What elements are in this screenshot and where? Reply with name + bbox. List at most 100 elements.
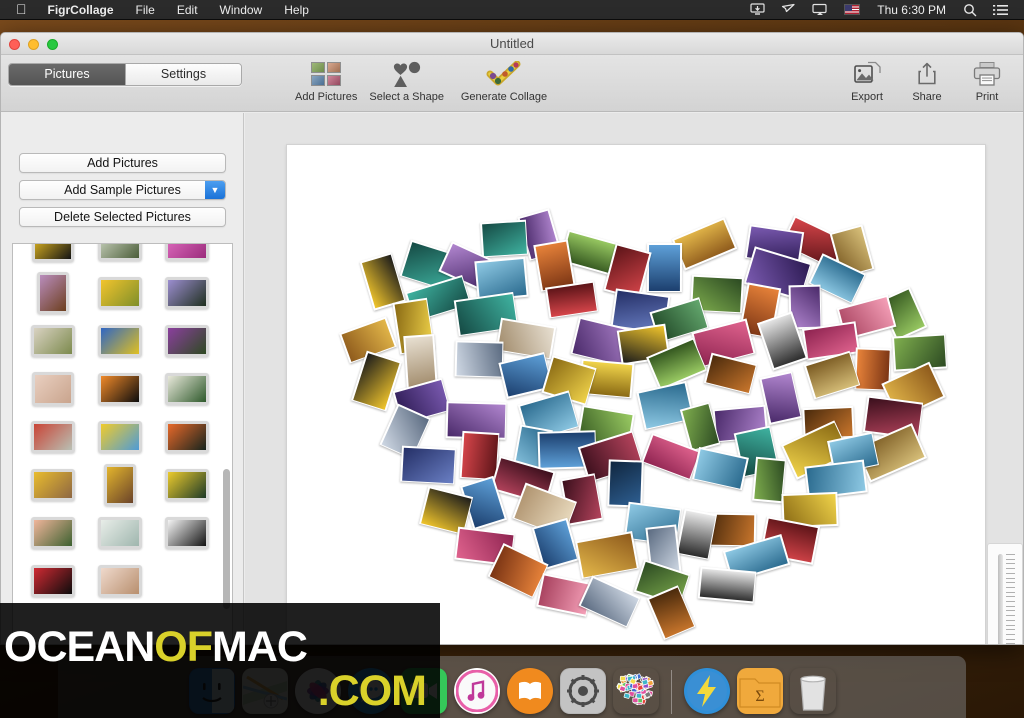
thumbnail-peach-rose-garden[interactable] [30,517,75,549]
thumbnail-cell[interactable] [19,272,86,314]
thumbnail-sunflower-vase-wood[interactable] [103,464,136,506]
collage-photo[interactable] [544,280,598,319]
dock-icon-app-blue-bolt[interactable] [683,668,730,714]
thumbnail-violet-bloom-dark[interactable] [165,277,210,309]
collage-photo[interactable] [698,566,758,604]
select-shape-tool[interactable]: Select a Shape [363,59,450,103]
chevron-down-icon[interactable]: ▼ [205,181,225,199]
thumbnail-cell[interactable] [154,370,221,408]
thumbnail-white-flowers-green[interactable] [165,373,210,405]
thumbnail-baby-in-hat[interactable] [31,372,74,406]
thumbnail-yellow-crocus-sky[interactable] [97,421,142,453]
collage-photo[interactable] [454,340,504,378]
collage-photo[interactable] [606,459,644,508]
thumbnail-image [100,244,139,258]
thumbnail-orange-poppy-dark[interactable] [165,421,210,453]
collage-photo[interactable] [459,431,500,481]
thumbnail-red-flower-still-life[interactable] [30,421,75,453]
thumbnail-purple-rose-closeup[interactable] [165,325,210,357]
thumbnail-cell[interactable] [86,464,153,506]
delete-selected-pictures-button[interactable]: Delete Selected Pictures [19,207,226,227]
thumbnail-cell[interactable] [154,322,221,360]
thumbnail-cell[interactable] [19,514,86,552]
thumbnail-pale-pink-blossom[interactable] [97,565,142,597]
menu-clock[interactable]: Thu 6:30 PM [868,3,955,17]
thumbnail-cell[interactable] [86,514,153,552]
thumbnail-cell[interactable] [19,322,86,360]
collage-photo[interactable] [400,445,457,485]
list-menu-icon[interactable] [985,0,1016,20]
thumbnail-purple-bouquet[interactable] [36,272,69,314]
thumbnail-red-rose-on-black[interactable] [30,565,75,597]
thumbnail-yellow-daisy-on-black[interactable] [31,244,74,262]
thumbnail-cell[interactable] [19,562,86,600]
thumbnail-cell[interactable] [86,274,153,312]
collage-photo[interactable] [579,575,642,628]
tab-settings[interactable]: Settings [125,64,241,85]
airplay-icon[interactable] [804,0,836,20]
thumbnail-orange-lotus-on-black[interactable] [97,373,142,405]
thumbnail-cell[interactable] [19,466,86,504]
thumbnail-black-white-daisies[interactable] [165,517,210,549]
thumbnail-mixed-flower-bunch[interactable] [30,325,75,357]
dock-icon-system-preferences[interactable] [559,668,606,714]
scale-slider-track[interactable] [998,554,1003,644]
collage-photo[interactable] [495,317,557,360]
zoom-button[interactable] [47,39,58,50]
menu-item-edit[interactable]: Edit [166,3,209,17]
thumbnail-list-panel[interactable] [12,243,233,644]
dock-icon-ibooks[interactable] [506,668,553,714]
add-pictures-button[interactable]: Add Pictures [19,153,226,173]
dock-icon-itunes[interactable] [453,668,500,714]
thumbnail-cell[interactable] [86,322,153,360]
share-tool[interactable]: Share [897,59,957,103]
thumbnail-cell[interactable] [86,370,153,408]
thumbnail-white-dandelions-field[interactable] [97,517,142,549]
menu-item-help[interactable]: Help [273,3,320,17]
dock-icon-trash[interactable] [790,668,836,714]
thumbnail-yellow-flower-on-wood[interactable] [30,469,75,501]
minimize-button[interactable] [28,39,39,50]
thumbnail-white-lotus-pond[interactable] [97,244,142,261]
screen-sharing-icon[interactable] [742,0,773,20]
us-flag-icon[interactable] [836,0,868,20]
collage-photo[interactable] [802,321,860,361]
collage-photo[interactable] [647,242,683,292]
thumbnail-cell[interactable] [86,244,153,264]
add-sample-pictures-button[interactable]: Add Sample Pictures ▼ [19,180,226,200]
thumbnail-colorful-blossoms[interactable] [97,325,142,357]
collage-photo[interactable] [704,352,758,395]
thumbnail-cell[interactable] [19,244,86,264]
search-icon[interactable] [955,0,985,20]
generate-collage-tool[interactable]: Generate Collage [450,59,558,103]
dock-icon-figrcollage[interactable] [613,668,659,714]
tab-pictures[interactable]: Pictures [9,64,125,85]
thumbnail-yellow-daisies-green[interactable] [165,469,210,501]
thumbnail-yellow-tulips[interactable] [97,277,142,309]
collage-canvas[interactable] [286,144,986,644]
dock-icon-folder-sigma[interactable]: Σ [736,668,783,714]
thumbnail-cell[interactable] [86,562,153,600]
thumbnail-cell[interactable] [154,418,221,456]
thumbnail-cell[interactable] [154,244,221,264]
thumbnail-cell[interactable] [154,466,221,504]
export-tool[interactable]: Export [837,59,897,103]
thumbnail-scrollbar[interactable] [223,469,230,609]
menu-item-window[interactable]: Window [209,3,274,17]
add-pictures-tool[interactable]: Add Pictures [289,59,363,103]
airdrop-icon[interactable] [773,0,804,20]
collage-photo[interactable] [676,507,718,560]
menu-item-file[interactable]: File [125,3,166,17]
menu-app-name[interactable]: FigrCollage [37,3,125,17]
thumbnail-cell[interactable] [86,418,153,456]
thumbnail-cell[interactable] [154,514,221,552]
thumbnail-cell[interactable] [19,418,86,456]
print-tool[interactable]: Print [957,59,1017,103]
close-button[interactable] [9,39,20,50]
thumbnail-cell[interactable] [19,370,86,408]
collage-photo[interactable] [480,219,529,259]
apple-logo-icon[interactable]:  [8,2,37,18]
collage-photo[interactable] [575,530,640,579]
thumbnail-pink-chrysanthemums[interactable] [165,244,210,261]
thumbnail-cell[interactable] [154,274,221,312]
